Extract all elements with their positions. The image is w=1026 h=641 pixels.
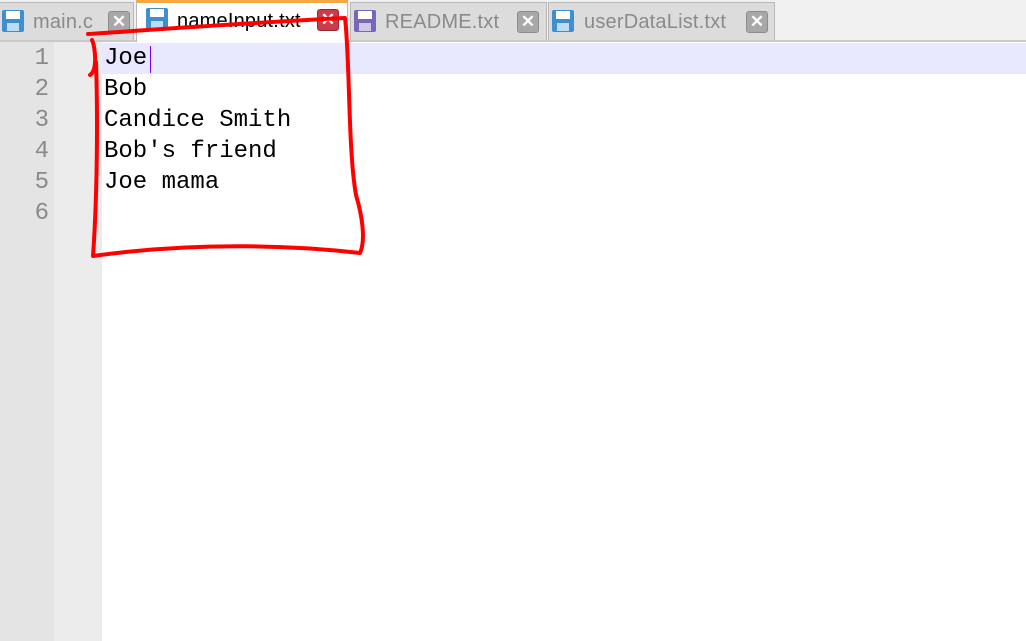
tab-label: main.c (33, 11, 94, 33)
tab-label: nameInput.txt (177, 10, 301, 32)
close-icon[interactable]: ✕ (317, 9, 339, 31)
close-icon[interactable]: ✕ (108, 11, 130, 33)
editor-line[interactable]: Joe (104, 43, 147, 74)
editor-line[interactable]: Joe mama (104, 167, 219, 198)
floppy-disk-icon (2, 10, 24, 32)
line-number: 3 (34, 107, 49, 134)
line-number-gutter: 1 2 3 4 5 6 (0, 42, 54, 641)
tab-label: README.txt (385, 11, 500, 33)
tab-bar: main.c ✕ nameInput.txt ✕ README.txt ✕ us… (0, 0, 1026, 42)
line-number: 1 (34, 45, 49, 72)
floppy-disk-icon (354, 10, 376, 32)
floppy-disk-icon (146, 8, 168, 30)
current-line-highlight (102, 43, 1026, 74)
floppy-disk-icon (552, 10, 574, 32)
red-highlight-annotation (86, 16, 365, 258)
tab-label: userDataList.txt (584, 11, 727, 33)
editor-line[interactable]: Candice Smith (104, 105, 291, 136)
line-number: 5 (34, 169, 49, 196)
close-icon[interactable]: ✕ (517, 11, 539, 33)
tab-nameinput-txt[interactable]: nameInput.txt ✕ (136, 0, 348, 42)
editor-line[interactable]: Bob's friend (104, 136, 277, 167)
line-number: 2 (34, 76, 49, 103)
line-number: 6 (34, 200, 49, 227)
tab-userdatalist-txt[interactable]: userDataList.txt ✕ (548, 2, 775, 40)
text-cursor (150, 46, 151, 73)
line-number: 4 (34, 138, 49, 165)
close-icon[interactable]: ✕ (746, 11, 768, 33)
editor-line[interactable]: Bob (104, 74, 147, 105)
tab-readme-txt[interactable]: README.txt ✕ (350, 2, 547, 40)
tab-main-c[interactable]: main.c ✕ (0, 2, 134, 40)
fold-margin (54, 42, 102, 641)
